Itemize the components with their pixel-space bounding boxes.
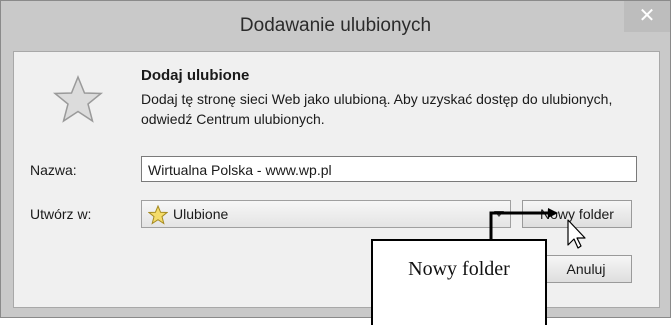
annotation-overlay <box>489 208 586 249</box>
callout-arrowhead <box>548 208 558 218</box>
callout-connector <box>489 211 548 239</box>
mouse-cursor-icon <box>567 219 586 249</box>
annotation-callout: Nowy folder <box>371 239 547 325</box>
callout-label: Nowy folder <box>408 258 510 280</box>
